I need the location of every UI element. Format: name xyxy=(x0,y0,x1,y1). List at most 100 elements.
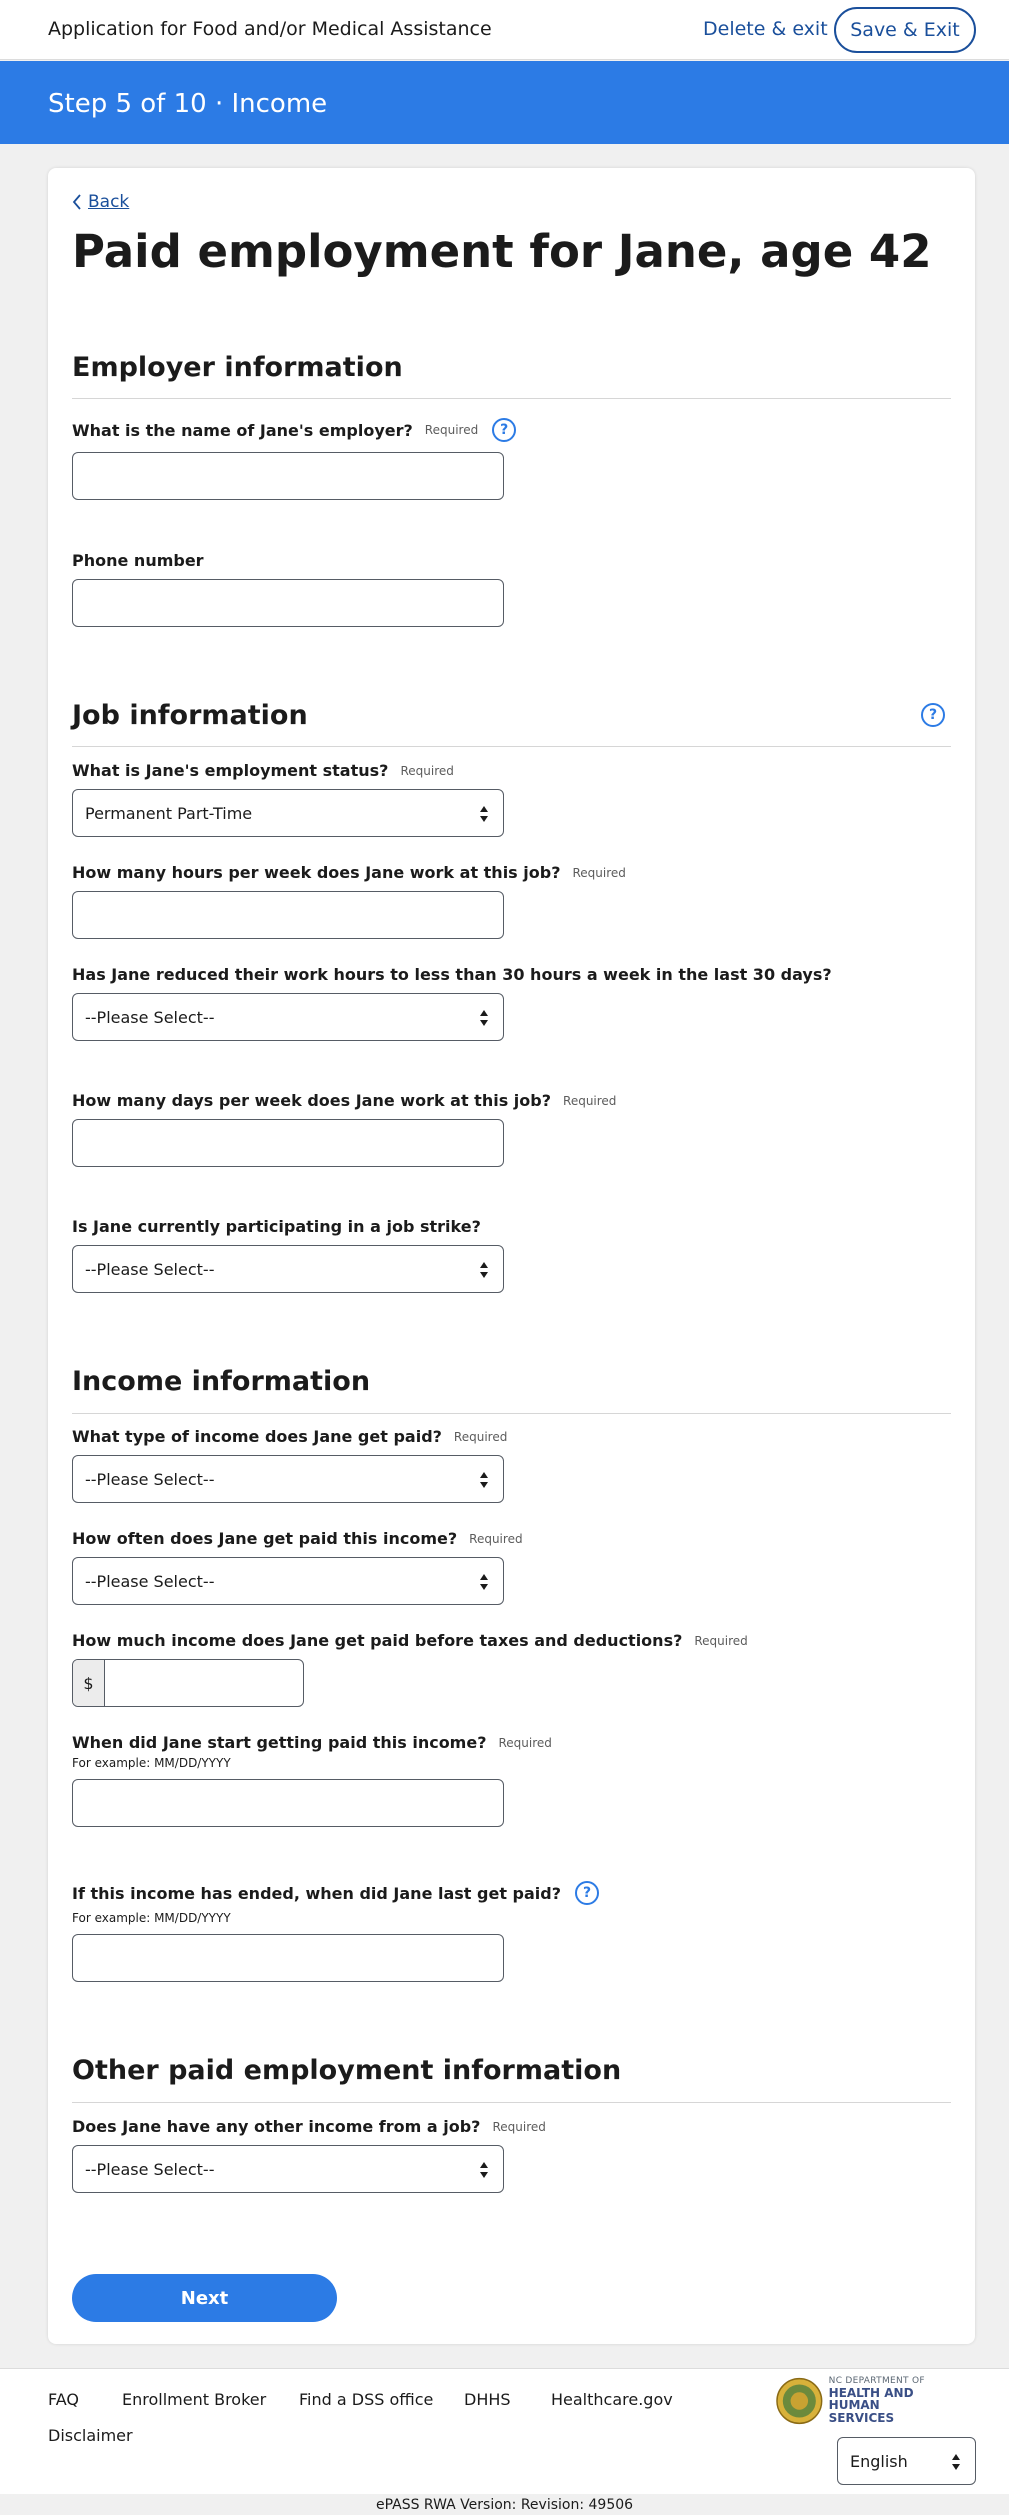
app-title: Application for Food and/or Medical Assi… xyxy=(48,18,492,40)
required-tag: Required xyxy=(498,1735,552,1750)
nc-seal-icon xyxy=(776,2377,823,2425)
select-arrows-icon xyxy=(480,1262,488,1278)
select-arrows-icon xyxy=(952,2454,960,2470)
required-tag: Required xyxy=(453,1429,508,1444)
help-icon[interactable]: ? xyxy=(492,418,517,442)
employer-name-input[interactable] xyxy=(72,452,504,500)
other-income-label: Does Jane have any other income from a j… xyxy=(72,2117,546,2136)
employer-section-heading: Employer information xyxy=(72,352,403,383)
other-employment-heading: Other paid employment information xyxy=(72,2055,622,2086)
top-header: Application for Food and/or Medical Assi… xyxy=(0,0,1009,60)
job-help-icon[interactable]: ? xyxy=(921,703,945,727)
employment-status-select[interactable]: Permanent Part-Time xyxy=(72,789,504,837)
income-start-hint: For example: MM/DD/YYYY xyxy=(72,1756,231,1770)
income-type-value: --Please Select-- xyxy=(85,1469,215,1489)
pay-frequency-value: --Please Select-- xyxy=(85,1571,215,1591)
reduced-hours-label: Has Jane reduced their work hours to les… xyxy=(72,965,832,984)
next-button[interactable]: Next xyxy=(72,2274,337,2322)
income-amount-field[interactable]: $ xyxy=(72,1659,304,1707)
income-amount-label: How much income does Jane get paid befor… xyxy=(72,1631,748,1650)
reduced-hours-select[interactable]: --Please Select-- xyxy=(72,993,504,1041)
income-divider xyxy=(72,1413,951,1414)
income-type-label: What type of income does Jane get paid? … xyxy=(72,1427,507,1446)
hours-per-week-question: How many hours per week does Jane work a… xyxy=(72,863,561,882)
income-end-date-input[interactable] xyxy=(72,1934,504,1982)
employer-name-label: What is the name of Jane's employer? Req… xyxy=(72,418,517,442)
footer-link-dhhs[interactable]: DHHS xyxy=(464,2390,511,2409)
save-exit-button[interactable]: Save & Exit xyxy=(834,7,976,53)
income-start-date-input[interactable] xyxy=(72,1779,504,1827)
back-link[interactable]: Back xyxy=(72,192,129,212)
days-per-week-input[interactable] xyxy=(72,1119,504,1167)
select-arrows-icon xyxy=(480,2162,488,2178)
hours-per-week-input[interactable] xyxy=(72,891,504,939)
reduced-hours-question: Has Jane reduced their work hours to les… xyxy=(72,965,832,984)
employer-name-question: What is the name of Jane's employer? xyxy=(72,420,413,440)
income-start-question: When did Jane start getting paid this in… xyxy=(72,1733,487,1752)
reduced-hours-value: --Please Select-- xyxy=(85,1007,215,1027)
required-tag: Required xyxy=(694,1633,748,1648)
employment-status-label: What is Jane's employment status? Requir… xyxy=(72,761,454,780)
job-divider xyxy=(72,746,951,747)
required-tag: Required xyxy=(492,2119,546,2134)
income-type-question: What type of income does Jane get paid? xyxy=(72,1427,442,1446)
employment-status-value: Permanent Part-Time xyxy=(85,803,253,823)
job-strike-value: --Please Select-- xyxy=(85,1259,215,1279)
step-label: Step 5 of 10 · Income xyxy=(48,89,328,119)
job-section-heading: Job information xyxy=(72,700,308,731)
phone-number-label: Phone number xyxy=(72,551,204,570)
required-tag: Required xyxy=(424,423,479,437)
currency-prefix: $ xyxy=(73,1660,105,1706)
income-type-select[interactable]: --Please Select-- xyxy=(72,1455,504,1503)
footer-link-disclaimer[interactable]: Disclaimer xyxy=(48,2426,133,2445)
step-banner: Step 5 of 10 · Income xyxy=(0,61,1009,144)
job-strike-question: Is Jane currently participating in a job… xyxy=(72,1217,481,1236)
version-bar: ePASS RWA Version: Revision: 49506 xyxy=(0,2494,1009,2515)
income-end-hint: For example: MM/DD/YYYY xyxy=(72,1911,231,1925)
other-income-select[interactable]: --Please Select-- xyxy=(72,2145,504,2193)
help-icon[interactable]: ? xyxy=(575,1881,599,1905)
footer-link-healthcare-gov[interactable]: Healthcare.gov xyxy=(551,2390,673,2409)
required-tag: Required xyxy=(469,1531,523,1546)
other-income-question: Does Jane have any other income from a j… xyxy=(72,2117,481,2136)
income-start-label: When did Jane start getting paid this in… xyxy=(72,1733,552,1752)
select-arrows-icon xyxy=(480,1010,488,1026)
version-text: ePASS RWA Version: Revision: 49506 xyxy=(375,2496,634,2513)
back-link-label: Back xyxy=(88,192,130,212)
employment-status-question: What is Jane's employment status? xyxy=(72,761,389,780)
chevron-left-icon xyxy=(72,194,81,210)
days-per-week-label: How many days per week does Jane work at… xyxy=(72,1091,616,1110)
page-title: Paid employment for Jane, age 42 xyxy=(72,225,932,278)
employer-divider xyxy=(72,398,951,399)
footer-link-enrollment-broker[interactable]: Enrollment Broker xyxy=(122,2390,266,2409)
required-tag: Required xyxy=(563,1093,617,1108)
footer-link-faq[interactable]: FAQ xyxy=(48,2390,79,2409)
income-amount-question: How much income does Jane get paid befor… xyxy=(72,1631,683,1650)
logo-line-2: HUMAN SERVICES xyxy=(828,2398,895,2426)
language-value: English xyxy=(850,2451,908,2471)
pay-frequency-question: How often does Jane get paid this income… xyxy=(72,1529,458,1548)
other-income-value: --Please Select-- xyxy=(85,2159,215,2179)
income-section-heading: Income information xyxy=(72,1366,371,1397)
job-strike-label: Is Jane currently participating in a job… xyxy=(72,1217,481,1236)
select-arrows-icon xyxy=(480,806,488,822)
select-arrows-icon xyxy=(480,1472,488,1488)
hours-per-week-label: How many hours per week does Jane work a… xyxy=(72,863,626,882)
income-end-question: If this income has ended, when did Jane … xyxy=(72,1883,561,1903)
days-per-week-question: How many days per week does Jane work at… xyxy=(72,1091,552,1110)
other-employment-divider xyxy=(72,2102,951,2103)
required-tag: Required xyxy=(400,763,454,778)
logo-wordmark: NC DEPARTMENT OF HEALTH AND HUMAN SERVIC… xyxy=(828,2376,946,2426)
delete-exit-link[interactable]: Delete & exit xyxy=(703,18,828,40)
job-strike-select[interactable]: --Please Select-- xyxy=(72,1245,504,1293)
language-select[interactable]: English xyxy=(837,2437,976,2485)
income-end-label: If this income has ended, when did Jane … xyxy=(72,1881,599,1905)
footer-link-find-dss-office[interactable]: Find a DSS office xyxy=(299,2390,433,2409)
select-arrows-icon xyxy=(480,1574,488,1590)
required-tag: Required xyxy=(572,865,626,880)
phone-number-input[interactable] xyxy=(72,579,504,627)
nc-dhhs-logo[interactable]: NC DEPARTMENT OF HEALTH AND HUMAN SERVIC… xyxy=(776,2374,946,2428)
pay-frequency-label: How often does Jane get paid this income… xyxy=(72,1529,523,1548)
pay-frequency-select[interactable]: --Please Select-- xyxy=(72,1557,504,1605)
phone-number-question: Phone number xyxy=(72,551,204,570)
